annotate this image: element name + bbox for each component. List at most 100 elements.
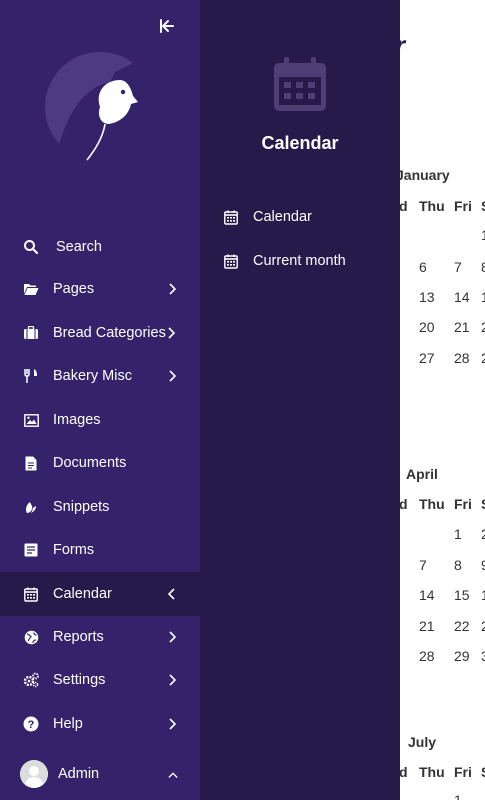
sidebar-item-label: Calendar [53, 586, 112, 602]
day-header: Thu [419, 764, 445, 780]
day-header: Thu [419, 198, 445, 214]
month-name: July [408, 734, 437, 750]
collapse-arrow-icon [160, 19, 174, 33]
collapse-sidebar-button[interactable] [155, 14, 179, 38]
snippet-icon [22, 498, 40, 516]
sidebar: Search Pages Bread Categories Bakery Mis… [0, 0, 200, 800]
bird-logo[interactable] [45, 52, 155, 162]
submenu-title: Calendar [261, 133, 339, 153]
sidebar-item-forms[interactable]: Forms [0, 530, 200, 570]
sidebar-item-label: Reports [53, 629, 104, 645]
submenu-item-label: Current month [253, 253, 346, 269]
sidebar-item-label: Images [53, 412, 101, 428]
day-header: d [399, 198, 408, 214]
month-name: January [396, 167, 450, 183]
sidebar-item-calendar[interactable]: Calendar [0, 572, 200, 616]
day-cell[interactable]: 28 [454, 350, 470, 366]
form-icon [22, 541, 40, 559]
sidebar-item-help[interactable]: ? Help [0, 704, 200, 744]
globe-icon [22, 628, 40, 646]
day-cell[interactable]: 8 [454, 557, 462, 573]
chevron-right-icon [168, 629, 178, 645]
day-cell[interactable]: 6 [419, 259, 427, 275]
sidebar-item-bakery-misc[interactable]: Bakery Misc [0, 356, 200, 396]
account-menu[interactable]: Admin [0, 754, 200, 794]
day-header: S [481, 198, 485, 214]
day-cell[interactable]: 22 [454, 618, 470, 634]
day-cell[interactable]: 9 [481, 557, 485, 573]
sidebar-item-label: Help [53, 716, 83, 732]
folder-open-icon [22, 280, 40, 298]
day-cell[interactable]: 7 [419, 557, 427, 573]
day-header: S [481, 764, 485, 780]
day-cell[interactable]: 2 [481, 350, 485, 366]
utensils-icon [22, 367, 40, 385]
image-icon [22, 411, 40, 429]
day-cell[interactable]: 29 [454, 648, 470, 664]
day-header: Fri [454, 198, 472, 214]
day-header: d [399, 764, 408, 780]
calendar-icon [22, 585, 40, 603]
day-header: S [481, 496, 485, 512]
sidebar-item-label: Forms [53, 542, 95, 558]
sidebar-item-label: Snippets [53, 499, 110, 515]
day-cell[interactable]: 1 [481, 289, 485, 305]
chevron-right-icon [168, 716, 178, 732]
sidebar-item-label: Search [56, 239, 102, 255]
day-cell[interactable]: 15 [454, 587, 470, 603]
sidebar-item-reports[interactable]: Reports [0, 617, 200, 657]
day-header: Fri [454, 496, 472, 512]
day-cell[interactable]: 13 [419, 289, 435, 305]
chevron-right-icon [168, 368, 178, 384]
help-icon: ? [22, 715, 40, 733]
chevron-right-icon [168, 672, 178, 688]
submenu-item-current-month[interactable]: Current month [200, 245, 400, 277]
day-cell[interactable]: 21 [419, 618, 435, 634]
sidebar-item-bread-categories[interactable]: Bread Categories [0, 313, 200, 353]
sidebar-item-search[interactable]: Search [0, 227, 200, 267]
sidebar-item-label: Bread Categories [53, 325, 166, 341]
day-header: d [399, 496, 408, 512]
day-cell[interactable]: 28 [419, 648, 435, 664]
day-cell[interactable]: 14 [454, 289, 470, 305]
day-cell[interactable]: 2 [481, 618, 485, 634]
chevron-up-icon [168, 767, 178, 783]
sidebar-item-snippets[interactable]: Snippets [0, 487, 200, 527]
avatar [20, 760, 48, 788]
day-cell[interactable]: 20 [419, 319, 435, 335]
day-cell[interactable]: 7 [454, 259, 462, 275]
day-cell[interactable]: 2 [481, 319, 485, 335]
calendar-icon [223, 253, 239, 269]
day-cell[interactable]: 1 [454, 526, 462, 542]
bird-icon [55, 52, 155, 162]
chevron-left-icon [168, 586, 178, 602]
submenu-item-calendar[interactable]: Calendar [200, 201, 400, 233]
chevron-right-icon [168, 281, 178, 297]
sidebar-item-pages[interactable]: Pages [0, 269, 200, 309]
search-icon [22, 238, 40, 256]
day-cell[interactable]: 1 [481, 587, 485, 603]
day-header: Thu [419, 496, 445, 512]
calendar-hero-icon [272, 57, 328, 118]
day-cell[interactable]: 1 [481, 227, 485, 243]
sidebar-item-images[interactable]: Images [0, 400, 200, 440]
sidebar-item-label: Bakery Misc [53, 368, 132, 384]
day-cell[interactable]: 1 [454, 792, 462, 800]
chevron-right-icon [167, 325, 177, 341]
sidebar-item-settings[interactable]: Settings [0, 660, 200, 700]
sidebar-item-label: Documents [53, 455, 127, 471]
sidebar-item-label: Pages [53, 281, 95, 297]
day-cell[interactable]: 3 [481, 648, 485, 664]
day-cell[interactable]: 8 [481, 259, 485, 275]
calendar-icon [223, 209, 239, 225]
sidebar-item-documents[interactable]: Documents [0, 443, 200, 483]
day-cell[interactable]: 2 [481, 526, 485, 542]
calendar-submenu [200, 0, 400, 800]
day-cell[interactable]: 27 [419, 350, 435, 366]
cogs-icon [22, 671, 40, 689]
day-cell[interactable]: 21 [454, 319, 470, 335]
day-header: Fri [454, 764, 472, 780]
suitcase-icon [22, 324, 40, 342]
submenu-item-label: Calendar [253, 209, 312, 225]
day-cell[interactable]: 14 [419, 587, 435, 603]
